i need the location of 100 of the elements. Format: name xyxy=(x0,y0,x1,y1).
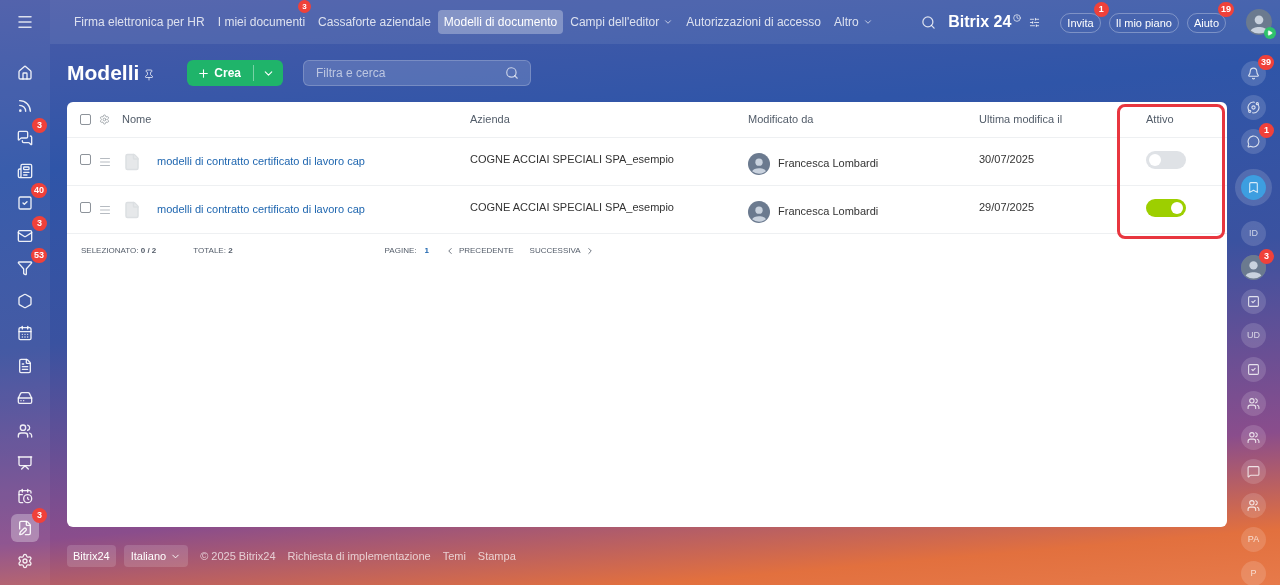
checkbox[interactable] xyxy=(80,202,91,213)
avatar-icon xyxy=(748,152,770,175)
footer-link[interactable]: Temi xyxy=(442,547,466,565)
sidebar-item[interactable] xyxy=(1241,95,1266,120)
count-badge: 3 xyxy=(32,118,47,133)
column-header[interactable]: Nome xyxy=(122,111,152,128)
sidebar-item[interactable] xyxy=(1241,357,1266,382)
nav-tab[interactable]: I miei documenti xyxy=(211,10,312,34)
nav-tab[interactable]: Campi dell'editor xyxy=(564,10,680,34)
initials-avatar[interactable]: ID xyxy=(1241,221,1266,246)
caret-icon xyxy=(663,17,674,27)
footer-link[interactable]: Richiesta di implementazione xyxy=(287,547,431,565)
sidebar-item[interactable] xyxy=(1241,493,1266,518)
settings-icon xyxy=(17,552,33,569)
pages-label: PAGINE: xyxy=(384,245,417,257)
hexagon-icon xyxy=(17,292,33,309)
checkbox[interactable] xyxy=(80,154,91,165)
total-count: TOTALE: 2 xyxy=(193,245,233,257)
people-icon xyxy=(1247,397,1260,410)
page-title: Modelli xyxy=(67,60,140,87)
people-icon xyxy=(1247,431,1260,444)
plus-icon xyxy=(197,66,211,80)
search-icon[interactable] xyxy=(921,14,937,30)
sidebar-item[interactable] xyxy=(1241,391,1266,416)
column-header[interactable]: Modificato da xyxy=(748,111,814,128)
nav-tab[interactable]: Firma elettronica per HR xyxy=(68,10,211,34)
column-header[interactable]: Attivo xyxy=(1146,111,1174,128)
toggle-switch[interactable] xyxy=(1146,198,1186,217)
caret-icon xyxy=(862,17,873,27)
toggle-switch[interactable] xyxy=(1146,150,1186,169)
template-link[interactable]: modelli di contratto certificato di lavoro cap xyxy=(157,201,365,218)
count-badge: 3 xyxy=(298,0,312,13)
file-icon xyxy=(123,152,141,171)
initials-avatar[interactable]: UD xyxy=(1241,323,1266,348)
next-button[interactable]: SUCCESSIVA xyxy=(529,245,595,257)
document-icon xyxy=(17,357,33,374)
table-cell-text: COGNE ACCIAI SPECIALI SPA_esempio xyxy=(470,152,675,168)
drag-handle-icon[interactable] xyxy=(99,203,111,216)
count-badge: 40 xyxy=(31,183,47,198)
drag-handle-icon[interactable] xyxy=(99,155,111,168)
file-icon xyxy=(123,200,141,219)
sidebar-item[interactable] xyxy=(1241,425,1266,450)
bell-icon xyxy=(1247,67,1260,80)
pin-icon[interactable] xyxy=(143,69,156,81)
checkbox[interactable] xyxy=(80,114,91,125)
avatar-icon xyxy=(748,200,770,223)
nav-tab[interactable]: Altro xyxy=(827,10,879,34)
newspaper-icon xyxy=(17,162,33,179)
sliders-icon[interactable] xyxy=(1029,16,1041,28)
spiral-icon xyxy=(1247,101,1260,114)
avatar-icon xyxy=(1241,255,1266,280)
chat-icon xyxy=(1247,135,1260,148)
count-badge: 39 xyxy=(1258,55,1274,70)
home-icon xyxy=(17,65,33,81)
column-header[interactable]: Azienda xyxy=(470,111,510,128)
calendar-icon xyxy=(17,325,33,341)
sidebar-item[interactable] xyxy=(1241,129,1266,154)
nav-tab[interactable]: Cassaforte aziendale xyxy=(312,10,437,34)
count-badge: 53 xyxy=(31,248,47,263)
people-icon xyxy=(1247,499,1260,512)
checkbox-icon xyxy=(1247,295,1260,308)
column-header[interactable]: Ultima modifica il xyxy=(979,111,1063,128)
table-cell-text: 30/07/2025 xyxy=(979,152,1036,168)
status-icon xyxy=(1264,27,1276,39)
copyright-text: © 2025 Bitrix24 xyxy=(200,548,276,564)
feed-icon xyxy=(17,97,33,114)
user-name[interactable]: Francesca Lombardi xyxy=(778,155,879,172)
chat-icon xyxy=(17,130,33,146)
sidebar-item[interactable] xyxy=(1241,255,1266,280)
count-badge: 3 xyxy=(32,215,47,231)
nav-tab[interactable]: Autorizzazioni di accesso xyxy=(680,10,827,34)
page-number[interactable]: 1 xyxy=(424,245,429,257)
drive-icon xyxy=(17,390,33,406)
create-button[interactable]: Crea xyxy=(187,60,284,86)
previous-button[interactable]: PRECEDENTE xyxy=(444,245,514,257)
clock-icon xyxy=(1013,14,1022,22)
count-badge: 3 xyxy=(32,508,47,523)
sidebar-item[interactable] xyxy=(11,514,39,542)
selected-count: SELEZIONATO: 0 / 2 xyxy=(81,245,157,257)
avatar-icon xyxy=(1246,9,1272,35)
funnel-icon xyxy=(17,260,33,276)
bookmark-icon xyxy=(1247,181,1260,194)
brand-chip[interactable]: Bitrix24 xyxy=(67,544,116,568)
count-badge: 1 xyxy=(1093,2,1109,17)
user-name[interactable]: Francesca Lombardi xyxy=(778,203,879,220)
sidebar-item[interactable] xyxy=(1241,289,1266,314)
language-selector[interactable]: Italiano xyxy=(123,544,189,568)
sidebar-item[interactable] xyxy=(1241,459,1266,484)
messages-icon xyxy=(1247,465,1260,478)
checkbox-icon xyxy=(17,195,33,211)
footer-link[interactable]: Stampa xyxy=(477,547,516,565)
template-link[interactable]: modelli di contratto certificato di lavoro cap xyxy=(157,153,365,170)
document-pen-icon xyxy=(17,520,33,536)
count-badge: 19 xyxy=(1218,2,1234,17)
brand-logo: Bitrix 24 xyxy=(948,12,1012,32)
nav-tab[interactable]: Modelli di documento xyxy=(437,10,564,34)
table-cell-text: COGNE ACCIAI SPECIALI SPA_esempio xyxy=(470,200,675,216)
mail-icon xyxy=(17,227,33,244)
presentation-icon xyxy=(17,455,33,471)
count-badge: 1 xyxy=(1259,123,1274,138)
